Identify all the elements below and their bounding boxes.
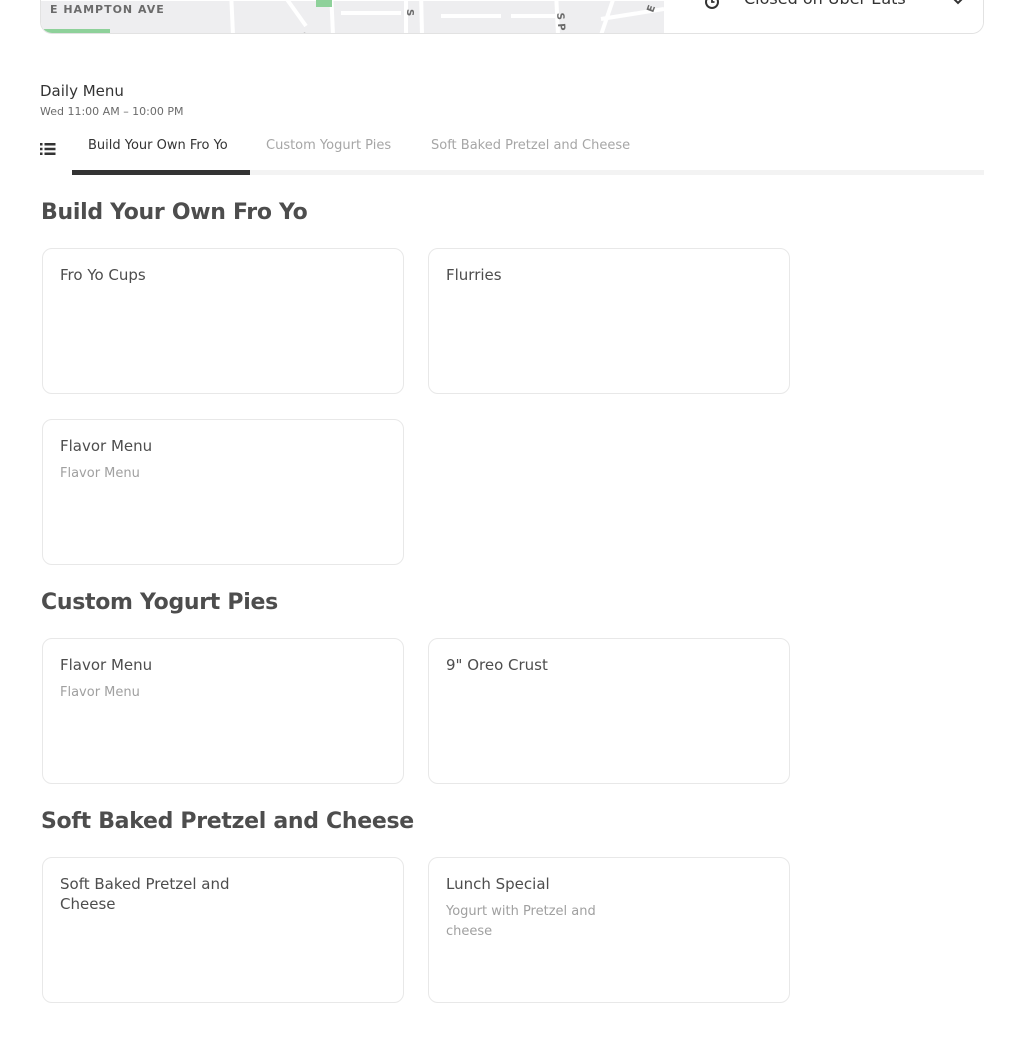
tab-soft-baked-pretzel-and-cheese[interactable]: Soft Baked Pretzel and Cheese xyxy=(431,138,630,153)
menu-item-card[interactable]: Soft Baked Pretzel and Cheese xyxy=(42,857,404,1003)
svg-text:S P: S P xyxy=(554,12,567,31)
hours-status: Closed on Uber Eats xyxy=(744,0,906,8)
item-name: 9" Oreo Crust xyxy=(446,656,548,674)
item-name: Fro Yo Cups xyxy=(60,266,146,284)
section-title: Custom Yogurt Pies xyxy=(41,590,278,615)
menu-item-card[interactable]: 9" Oreo Crust xyxy=(428,638,790,784)
tab-build-your-own-fro-yo[interactable]: Build Your Own Fro Yo xyxy=(88,138,228,153)
menu-item-card[interactable]: Lunch Special Yogurt with Pretzel and ch… xyxy=(428,857,790,1003)
menu-item-card[interactable]: Flurries xyxy=(428,248,790,394)
map[interactable]: S S S P E E HAMPTON AVE xyxy=(41,0,664,33)
menu-item-card[interactable]: Flavor Menu Flavor Menu xyxy=(42,638,404,784)
chevron-down-icon xyxy=(953,0,963,5)
item-description: Flavor Menu xyxy=(60,466,140,481)
item-description: Flavor Menu xyxy=(60,685,140,700)
svg-text:S: S xyxy=(296,32,308,33)
clock-icon xyxy=(705,0,719,9)
list-icon[interactable] xyxy=(40,142,56,156)
section-title: Build Your Own Fro Yo xyxy=(41,200,308,225)
item-name: Flavor Menu xyxy=(60,437,153,455)
location-hours-strip: S S S P E E HAMPTON AVE Closed on Uber E… xyxy=(40,0,984,34)
item-name: Lunch Special xyxy=(446,875,550,893)
park-area xyxy=(44,29,110,33)
tab-custom-yogurt-pies[interactable]: Custom Yogurt Pies xyxy=(266,138,391,153)
active-tab-indicator xyxy=(72,170,250,175)
item-name: Flurries xyxy=(446,266,502,284)
menu-title: Daily Menu xyxy=(40,82,124,100)
item-name: Soft Baked Pretzel and Cheese xyxy=(60,875,230,913)
section-title: Soft Baked Pretzel and Cheese xyxy=(41,809,414,834)
park-area xyxy=(316,0,332,7)
menu-item-card[interactable]: Flavor Menu Flavor Menu xyxy=(42,419,404,565)
menu-item-card[interactable]: Fro Yo Cups xyxy=(42,248,404,394)
item-name: Flavor Menu xyxy=(60,656,153,674)
category-tabs: Build Your Own Fro Yo Custom Yogurt Pies… xyxy=(40,128,984,175)
svg-text:S: S xyxy=(404,9,415,16)
map-street-label: E HAMPTON AVE xyxy=(50,3,165,16)
menu-hours: Wed 11:00 AM – 10:00 PM xyxy=(40,105,184,118)
item-description: Yogurt with Pretzel and cheese xyxy=(446,904,596,939)
hours-selector[interactable]: Closed on Uber Eats xyxy=(664,0,983,33)
